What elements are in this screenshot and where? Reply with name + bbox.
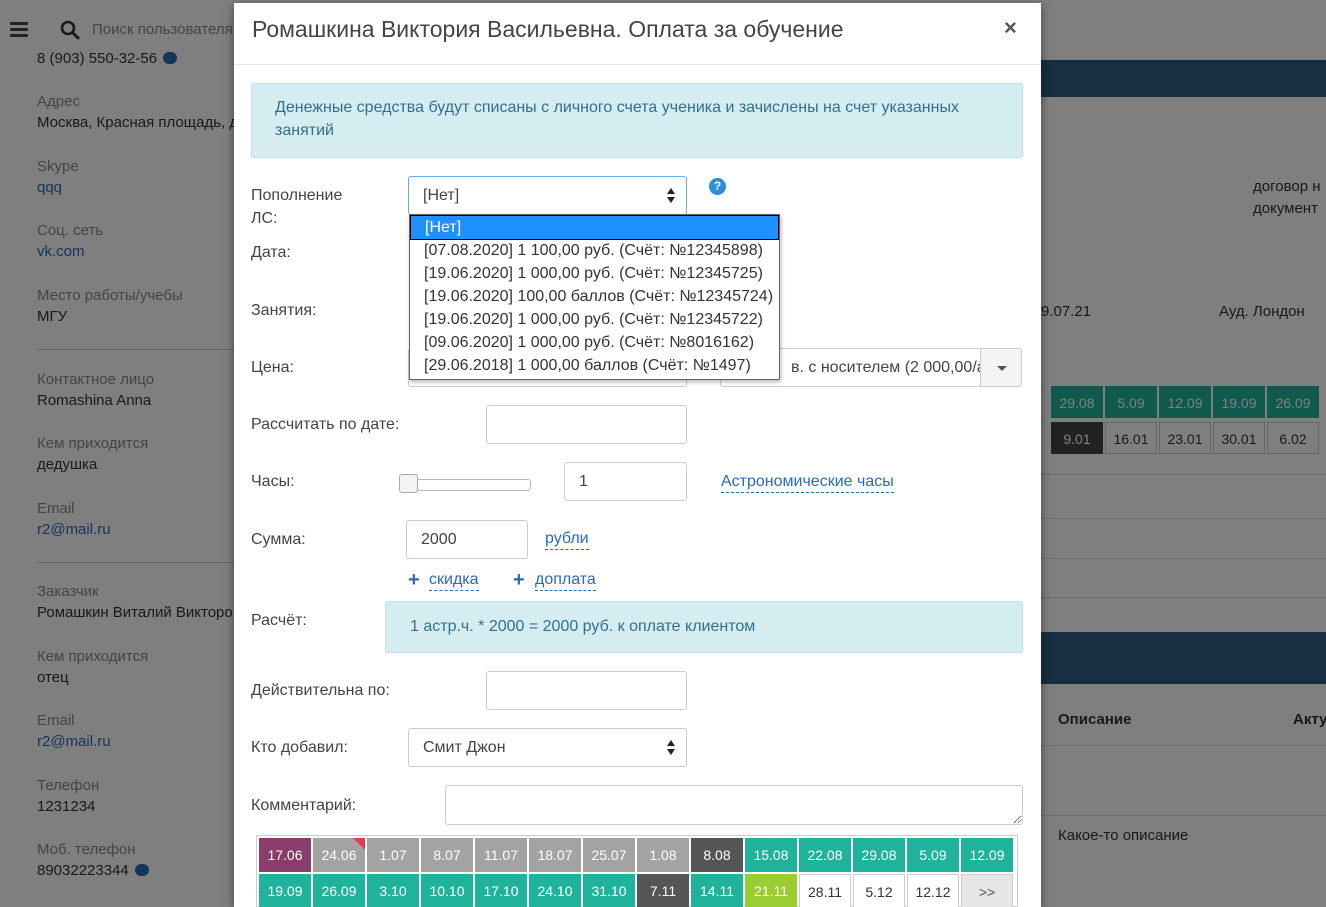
sum-value: 2000 (421, 531, 457, 548)
lesson-date-cell[interactable]: 1.08 (637, 838, 689, 872)
sum-input[interactable]: 2000 (406, 520, 528, 559)
next-dates-button[interactable]: >> (961, 874, 1013, 907)
lesson-date-cell[interactable]: 17.10 (475, 874, 527, 907)
dropdown-option[interactable]: [09.06.2020] 1 000,00 руб. (Счёт: №80161… (410, 331, 779, 354)
caret-down-icon (997, 366, 1007, 371)
comment-label: Комментарий: (251, 797, 357, 814)
hours-input[interactable]: 1 (564, 462, 687, 501)
flag-marker-icon (353, 838, 365, 850)
lesson-date-cell[interactable]: 5.12 (853, 874, 905, 907)
lesson-date-cell[interactable]: 24.06 (313, 838, 365, 872)
dropdown-option[interactable]: [07.08.2020] 1 100,00 руб. (Счёт: №12345… (410, 239, 779, 262)
select-arrows-icon (667, 188, 676, 204)
modal-title: Ромашкина Виктория Васильевна. Оплата за… (252, 16, 844, 42)
dropdown-option[interactable]: [19.06.2020] 100,00 баллов (Счёт: №12345… (410, 285, 779, 308)
topup-selected-value: [Нет] (423, 187, 460, 204)
lesson-date-cell[interactable]: 1.07 (367, 838, 419, 872)
added-by-label: Кто добавил: (251, 739, 348, 756)
hours-slider-handle[interactable] (399, 474, 418, 493)
modal-header: Ромашкина Виктория Васильевна. Оплата за… (234, 3, 1041, 65)
lessons-label: Занятия: (251, 302, 317, 319)
price-label: Цена: (251, 359, 294, 376)
astro-hours-link[interactable]: Астрономические часы (721, 472, 894, 493)
calc-by-date-label: Рассчитать по дате: (251, 416, 400, 433)
date-label: Дата: (251, 244, 291, 261)
dropdown-option[interactable]: [Нет] (410, 215, 779, 240)
topup-select[interactable]: [Нет] (408, 176, 687, 215)
dropdown-option[interactable]: [19.06.2020] 1 000,00 руб. (Счёт: №12345… (410, 262, 779, 285)
lesson-date-cell[interactable]: 18.07 (529, 838, 581, 872)
comment-textarea[interactable] (445, 785, 1023, 825)
lesson-date-cell[interactable]: 15.08 (745, 838, 797, 872)
currency-link[interactable]: рубли (545, 529, 589, 550)
hours-slider-track[interactable] (399, 479, 531, 491)
plus-icon[interactable]: + (408, 570, 420, 590)
calc-by-date-input[interactable] (486, 405, 687, 444)
plus-icon[interactable]: + (513, 570, 525, 590)
lesson-date-cell[interactable]: 28.11 (799, 874, 851, 907)
sum-label: Сумма: (251, 531, 306, 548)
payment-modal: Ромашкина Виктория Васильевна. Оплата за… (234, 3, 1041, 907)
lesson-date-cell[interactable]: 21.11 (745, 874, 797, 907)
lesson-date-cell[interactable]: 11.07 (475, 838, 527, 872)
lesson-date-grid: 17.06 24.06 1.07 8.07 11.07 18.07 25.07 1.08 8.0… (256, 835, 1018, 907)
valid-until-label: Действительна по: (251, 682, 390, 699)
hours-label: Часы: (251, 473, 295, 490)
calc-result: 1 астр.ч. * 2000 = 2000 руб. к оплате кл… (385, 601, 1023, 653)
lesson-date-cell[interactable]: 7.11 (637, 874, 689, 907)
dropdown-option[interactable]: [19.06.2020] 1 000,00 руб. (Счёт: №12345… (410, 308, 779, 331)
lesson-date-cell[interactable]: 25.07 (583, 838, 635, 872)
select-arrows-icon (667, 740, 676, 756)
lesson-date-cell[interactable]: 10.10 (421, 874, 473, 907)
lesson-date-cell[interactable]: 19.09 (259, 874, 311, 907)
discount-link[interactable]: скидка (429, 570, 479, 591)
dropdown-option[interactable]: [29.06.2018] 1 000,00 баллов (Счёт: №149… (410, 354, 779, 377)
lesson-date-cell[interactable]: 26.09 (313, 874, 365, 907)
lesson-date-cell[interactable]: 5.09 (907, 838, 959, 872)
added-by-select[interactable]: Смит Джон (408, 728, 687, 767)
topup-label: Пополнение ЛС: (251, 187, 343, 227)
help-icon[interactable]: ? (709, 178, 726, 195)
lesson-date-cell[interactable]: 3.10 (367, 874, 419, 907)
close-icon[interactable]: × (1004, 15, 1017, 41)
lesson-date-cell[interactable]: 14.11 (691, 874, 743, 907)
lesson-date-cell[interactable]: 12.12 (907, 874, 959, 907)
lesson-date-cell[interactable]: 12.09 (961, 838, 1013, 872)
lesson-date-cell[interactable]: 8.08 (691, 838, 743, 872)
price-tariff-value: в. с носителем (2 000,00/а (791, 359, 981, 376)
calc-label: Расчёт: (251, 612, 307, 629)
lesson-date-cell[interactable]: 8.07 (421, 838, 473, 872)
lesson-date-cell[interactable]: 17.06 (259, 838, 311, 872)
added-by-value: Смит Джон (423, 739, 506, 756)
price-dropdown-button[interactable] (980, 348, 1022, 387)
lesson-date-cell[interactable]: 24.10 (529, 874, 581, 907)
hours-value: 1 (579, 473, 588, 490)
surcharge-link[interactable]: доплата (535, 570, 596, 591)
lesson-date-cell[interactable]: 22.08 (799, 838, 851, 872)
topup-dropdown-list[interactable]: [Нет] [07.08.2020] 1 100,00 руб. (Счёт: … (409, 214, 780, 380)
lesson-date-cell[interactable]: 29.08 (853, 838, 905, 872)
info-alert: Денежные средства будут списаны с личног… (251, 83, 1023, 158)
valid-until-input[interactable] (486, 671, 687, 710)
lesson-date-cell[interactable]: 31.10 (583, 874, 635, 907)
